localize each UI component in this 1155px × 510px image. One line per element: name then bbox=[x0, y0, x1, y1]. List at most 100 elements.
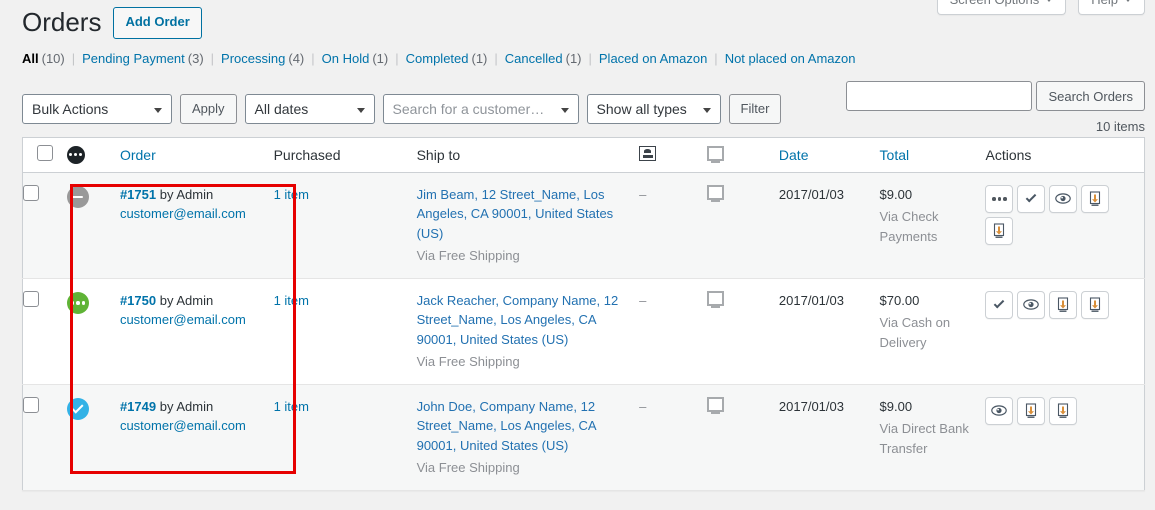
row-ship-status-cell: – bbox=[639, 384, 707, 490]
ellipsis-icon bbox=[992, 197, 1007, 201]
row-date-cell: 2017/01/03 bbox=[778, 292, 844, 308]
bulk-actions-select[interactable]: Bulk Actions bbox=[22, 93, 172, 124]
chevron-down-icon bbox=[1124, 0, 1132, 2]
order-note-icon[interactable] bbox=[706, 396, 724, 414]
row-order-cell: #1750 by Admin customer@email.com bbox=[120, 278, 274, 384]
filter-link-pending-payment[interactable]: Pending Payment bbox=[82, 51, 185, 66]
download-invoice-icon bbox=[1024, 403, 1038, 419]
row-actions-cell bbox=[985, 172, 1144, 278]
row-total-cell: $70.00 Via Cash on Delivery bbox=[880, 278, 986, 384]
purchased-items-link[interactable]: 1 item bbox=[274, 187, 309, 202]
table-row: #1749 by Admin customer@email.com 1 item… bbox=[22, 384, 1145, 491]
date-column-label[interactable]: Date bbox=[779, 147, 809, 163]
packing-slip-action-button[interactable] bbox=[985, 216, 1014, 245]
filter-item-not-placed-on-amazon: Not placed on Amazon bbox=[725, 51, 856, 66]
ship-status-dash: – bbox=[639, 398, 647, 414]
search-row: Search Orders bbox=[846, 81, 1145, 111]
help-button[interactable]: Help bbox=[1078, 0, 1145, 15]
filter-link-on-hold[interactable]: On Hold bbox=[322, 51, 370, 66]
ship-status-dash: – bbox=[639, 292, 647, 308]
packing-slip-action-button[interactable] bbox=[1049, 396, 1078, 425]
order-column-header: Order bbox=[119, 137, 274, 173]
customer-email-link[interactable]: customer@email.com bbox=[120, 416, 274, 436]
table-row: #1751 by Admin customer@email.com 1 item… bbox=[22, 172, 1145, 279]
row-ship-to-cell: John Doe, Company Name, 12 Street_Name, … bbox=[417, 384, 639, 490]
invoice-action-button[interactable] bbox=[1017, 396, 1046, 425]
search-orders-button[interactable]: Search Orders bbox=[1036, 81, 1145, 111]
row-checkbox[interactable] bbox=[23, 184, 39, 201]
purchased-items-link[interactable]: 1 item bbox=[274, 399, 309, 414]
order-author: by Admin bbox=[156, 398, 214, 414]
row-select-cell bbox=[23, 384, 67, 490]
date-filter-select[interactable]: All dates bbox=[244, 93, 375, 124]
select-all-checkbox[interactable] bbox=[37, 145, 53, 162]
row-checkbox[interactable] bbox=[23, 396, 39, 413]
row-actions-cell bbox=[985, 384, 1144, 490]
complete-action-button[interactable] bbox=[1017, 184, 1046, 213]
filter-separator: | bbox=[395, 50, 399, 66]
filter-link-processing[interactable]: Processing bbox=[221, 51, 285, 66]
row-note-cell bbox=[706, 384, 779, 490]
filter-item-cancelled: Cancelled (1) | bbox=[505, 51, 599, 66]
invoice-action-button[interactable] bbox=[1049, 290, 1078, 319]
filter-button[interactable]: Filter bbox=[728, 93, 782, 124]
shipping-column-header bbox=[639, 137, 707, 173]
preview-action-button[interactable] bbox=[1049, 184, 1078, 213]
row-order-cell: #1751 by Admin customer@email.com bbox=[120, 172, 274, 278]
apply-button[interactable]: Apply bbox=[180, 93, 237, 124]
row-select-cell bbox=[23, 278, 67, 384]
filter-link-placed-on-amazon[interactable]: Placed on Amazon bbox=[599, 51, 707, 66]
order-number-link[interactable]: #1751 bbox=[120, 187, 156, 202]
filter-separator: | bbox=[311, 50, 315, 66]
row-actions-cell bbox=[985, 278, 1144, 384]
filter-link-not-placed-on-amazon[interactable]: Not placed on Amazon bbox=[725, 51, 856, 66]
chevron-down-icon bbox=[1045, 0, 1054, 2]
total-column-label[interactable]: Total bbox=[880, 147, 910, 163]
customer-search-select[interactable]: Search for a customer… bbox=[382, 93, 579, 124]
row-note-cell bbox=[706, 278, 779, 384]
payment-method: Via Check Payments bbox=[879, 209, 939, 244]
row-checkbox[interactable] bbox=[23, 290, 39, 307]
shipping-method: Via Free Shipping bbox=[416, 248, 520, 264]
order-note-icon[interactable] bbox=[706, 290, 724, 308]
preview-action-button[interactable] bbox=[1017, 290, 1046, 319]
complete-action-button[interactable] bbox=[985, 290, 1014, 319]
preview-action-button[interactable] bbox=[985, 396, 1014, 425]
order-note-icon[interactable] bbox=[706, 184, 724, 202]
processing-action-button[interactable] bbox=[985, 184, 1014, 213]
filter-item-completed: Completed (1) | bbox=[406, 51, 505, 66]
filter-separator: | bbox=[588, 50, 592, 66]
row-status-cell bbox=[66, 384, 120, 490]
customer-email-link[interactable]: customer@email.com bbox=[120, 204, 274, 224]
orders-table-head: Order Purchased Ship to Date Total Actio… bbox=[22, 137, 1145, 173]
invoice-action-button[interactable] bbox=[1081, 184, 1110, 213]
filter-count-on-hold: (1) bbox=[372, 50, 389, 66]
row-purchased-cell: 1 item bbox=[274, 384, 417, 490]
row-purchased-cell: 1 item bbox=[274, 172, 417, 278]
date-column-header: Date bbox=[778, 137, 880, 173]
screen-options-button[interactable]: Screen Options bbox=[936, 0, 1067, 15]
search-input[interactable] bbox=[846, 81, 1033, 111]
filter-link-cancelled[interactable]: Cancelled bbox=[505, 51, 563, 66]
filter-link-completed[interactable]: Completed bbox=[406, 51, 469, 66]
table-header-row: Order Purchased Ship to Date Total Actio… bbox=[22, 137, 1145, 173]
filter-link-all[interactable]: All bbox=[22, 51, 39, 66]
packing-slip-action-button[interactable] bbox=[1081, 290, 1110, 319]
download-invoice-icon bbox=[1088, 191, 1102, 207]
shipping-method: Via Free Shipping bbox=[416, 354, 520, 370]
customer-email-link[interactable]: customer@email.com bbox=[120, 310, 274, 330]
order-number-link[interactable]: #1750 bbox=[120, 293, 156, 308]
add-order-button[interactable]: Add Order bbox=[113, 7, 202, 39]
eye-icon bbox=[1023, 299, 1040, 310]
status-processing-icon bbox=[66, 291, 89, 314]
filter-count-cancelled: (1) bbox=[565, 50, 582, 66]
order-type-select[interactable]: Show all types bbox=[586, 93, 721, 124]
order-number-link[interactable]: #1749 bbox=[120, 399, 156, 414]
order-column-label[interactable]: Order bbox=[120, 147, 156, 163]
ship-status-dash: – bbox=[639, 186, 647, 202]
purchased-column-label: Purchased bbox=[273, 146, 341, 163]
purchased-items-link[interactable]: 1 item bbox=[274, 293, 309, 308]
table-row: #1750 by Admin customer@email.com 1 item… bbox=[22, 278, 1145, 385]
row-date-cell: 2017/01/03 bbox=[778, 398, 844, 414]
shipping-person-icon bbox=[639, 145, 657, 161]
